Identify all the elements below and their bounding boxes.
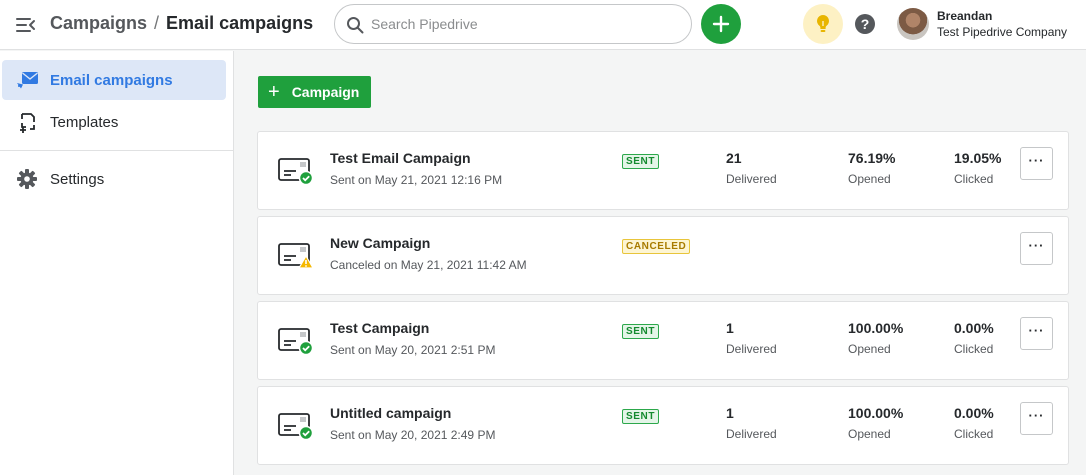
clicked-stat: 0.00% Clicked bbox=[954, 320, 994, 356]
opened-stat: 100.00% Opened bbox=[848, 320, 903, 356]
opened-stat: 76.19% Opened bbox=[848, 150, 895, 186]
more-options-button[interactable]: ··· bbox=[1020, 232, 1053, 265]
help-icon[interactable]: ? bbox=[855, 14, 875, 34]
opened-value: 100.00% bbox=[848, 320, 904, 336]
search-input[interactable] bbox=[371, 14, 671, 34]
campaign-title[interactable]: Test Campaign bbox=[330, 320, 429, 336]
user-company[interactable]: Test Pipedrive Company bbox=[937, 25, 1067, 39]
user-name[interactable]: Breandan bbox=[937, 9, 992, 23]
more-options-button[interactable]: ··· bbox=[1020, 402, 1053, 435]
sidebar-item-templates[interactable]: Templates bbox=[2, 102, 226, 142]
status-badge: SENT bbox=[622, 154, 660, 169]
status-badge: CANCELED bbox=[622, 239, 691, 254]
add-campaign-button[interactable]: + Campaign bbox=[258, 76, 371, 108]
status-badge: SENT bbox=[622, 324, 660, 339]
campaign-canceled-date: Canceled on May 21, 2021 11:42 AM bbox=[330, 258, 527, 272]
breadcrumb: Campaigns / Email campaigns bbox=[50, 13, 313, 34]
campaign-card[interactable]: Untitled campaign Sent on May 20, 2021 2… bbox=[257, 386, 1069, 465]
top-bar: Campaigns / Email campaigns ? Breandan Tes… bbox=[0, 0, 1086, 50]
opened-value: 76.19% bbox=[848, 150, 896, 166]
sidebar-item-settings[interactable]: Settings bbox=[2, 159, 226, 199]
search-icon bbox=[345, 15, 365, 35]
more-options-button[interactable]: ··· bbox=[1020, 147, 1053, 180]
campaign-card[interactable]: New Campaign Canceled on May 21, 2021 11… bbox=[257, 216, 1069, 295]
opened-label: Opened bbox=[848, 427, 891, 441]
delivered-stat: 1 Delivered bbox=[726, 405, 777, 441]
sidebar-item-email-campaigns[interactable]: Email campaigns bbox=[2, 60, 226, 100]
gear-icon bbox=[16, 168, 38, 190]
lightbulb-icon bbox=[817, 15, 829, 32]
campaign-sent-icon bbox=[278, 326, 314, 356]
plus-icon: + bbox=[268, 81, 280, 103]
sidebar: Email campaigns Templates Settings bbox=[0, 51, 234, 475]
clicked-value: 0.00% bbox=[954, 405, 994, 421]
delivered-label: Delivered bbox=[726, 427, 777, 441]
opened-value: 100.00% bbox=[848, 405, 904, 421]
clicked-stat: 19.05% Clicked bbox=[954, 150, 1001, 186]
campaign-card[interactable]: Test Email Campaign Sent on May 21, 2021… bbox=[257, 131, 1069, 210]
status-badge: SENT bbox=[622, 409, 660, 424]
campaign-sent-icon bbox=[278, 156, 314, 186]
email-campaign-icon bbox=[16, 69, 38, 91]
campaign-sent-date: Sent on May 20, 2021 2:49 PM bbox=[330, 428, 496, 442]
more-options-button[interactable]: ··· bbox=[1020, 317, 1053, 350]
delivered-label: Delivered bbox=[726, 172, 777, 186]
breadcrumb-separator: / bbox=[154, 13, 160, 33]
clicked-label: Clicked bbox=[954, 172, 994, 186]
opened-label: Opened bbox=[848, 172, 891, 186]
search-box[interactable] bbox=[334, 4, 692, 44]
campaign-title[interactable]: New Campaign bbox=[330, 235, 430, 251]
menu-collapse-icon[interactable] bbox=[14, 14, 38, 36]
campaign-title[interactable]: Untitled campaign bbox=[330, 405, 451, 421]
opened-label: Opened bbox=[848, 342, 891, 356]
delivered-value: 1 bbox=[726, 320, 734, 336]
plus-icon bbox=[712, 15, 730, 33]
delivered-stat: 21 Delivered bbox=[726, 150, 777, 186]
sidebar-divider bbox=[0, 150, 233, 151]
delivered-label: Delivered bbox=[726, 342, 777, 356]
campaign-sent-icon bbox=[278, 411, 314, 441]
sidebar-item-label: Email campaigns bbox=[50, 72, 173, 89]
campaign-title[interactable]: Test Email Campaign bbox=[330, 150, 471, 166]
templates-icon bbox=[16, 111, 38, 133]
sidebar-item-label: Settings bbox=[50, 171, 105, 188]
add-campaign-label: Campaign bbox=[291, 84, 360, 100]
page-title: Email campaigns bbox=[166, 13, 314, 33]
delivered-value: 21 bbox=[726, 150, 742, 166]
breadcrumb-campaigns-link[interactable]: Campaigns bbox=[50, 13, 147, 33]
clicked-label: Clicked bbox=[954, 342, 994, 356]
delivered-stat: 1 Delivered bbox=[726, 320, 777, 356]
sidebar-item-label: Templates bbox=[50, 114, 119, 131]
clicked-stat: 0.00% Clicked bbox=[954, 405, 994, 441]
opened-stat: 100.00% Opened bbox=[848, 405, 903, 441]
clicked-value: 19.05% bbox=[954, 150, 1002, 166]
quick-add-button[interactable] bbox=[701, 4, 741, 44]
campaign-card[interactable]: Test Campaign Sent on May 20, 2021 2:51 … bbox=[257, 301, 1069, 380]
campaign-warning-icon bbox=[278, 241, 315, 271]
avatar[interactable] bbox=[897, 8, 929, 40]
campaign-sent-date: Sent on May 21, 2021 12:16 PM bbox=[330, 173, 503, 187]
tips-button[interactable] bbox=[803, 4, 843, 44]
clicked-value: 0.00% bbox=[954, 320, 994, 336]
campaign-sent-date: Sent on May 20, 2021 2:51 PM bbox=[330, 343, 496, 357]
delivered-value: 1 bbox=[726, 405, 734, 421]
clicked-label: Clicked bbox=[954, 427, 994, 441]
